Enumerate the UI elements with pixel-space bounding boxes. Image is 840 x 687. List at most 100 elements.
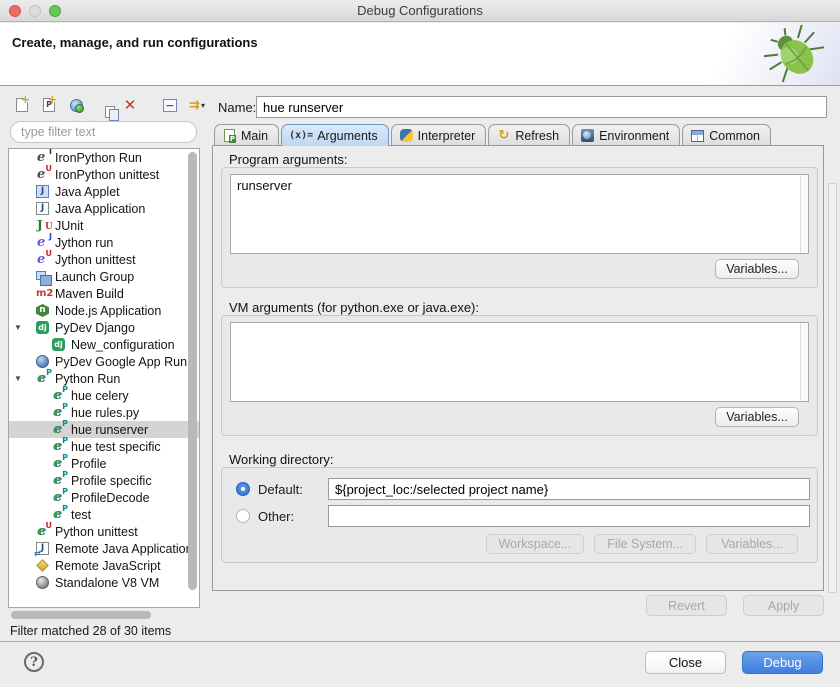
pydev-django-icon: dj — [51, 337, 68, 352]
refresh-tab-icon: ↻ — [496, 129, 511, 143]
tree-item-pydev-google-app-run[interactable]: PyDev Google App Run — [9, 353, 199, 370]
tree-item-label: hue runserver — [71, 423, 148, 437]
pydev-django-icon: dj — [35, 320, 52, 335]
program-arguments-textarea[interactable]: runserver — [230, 174, 809, 254]
python-run-icon: eP — [51, 439, 68, 454]
tree-item-label: Profile — [71, 457, 106, 471]
other-directory-input[interactable] — [328, 505, 810, 527]
delete-icon: ✕ — [124, 98, 137, 113]
tree-item-profile[interactable]: ePProfile — [9, 455, 199, 472]
default-radio[interactable] — [236, 482, 250, 496]
tab-arguments[interactable]: (x)=Arguments — [281, 124, 389, 146]
revert-button[interactable]: Revert — [646, 595, 727, 616]
tree-item-label: Jython unittest — [55, 253, 136, 267]
dialog-banner: Create, manage, and run configurations — [0, 23, 840, 86]
tab-refresh[interactable]: ↻ Refresh — [488, 124, 570, 146]
close-button[interactable]: Close — [645, 651, 726, 674]
maven-build-icon: m2 — [35, 286, 52, 301]
help-button[interactable]: ? — [24, 652, 44, 672]
delete-launch-configuration-button[interactable]: ✕ — [120, 96, 140, 115]
debug-button[interactable]: Debug — [742, 651, 823, 674]
tree-item-java-applet[interactable]: JJava Applet — [9, 183, 199, 200]
common-tab-icon — [690, 129, 705, 143]
filter-launch-configurations-button[interactable]: ⇉▾ — [187, 96, 207, 115]
tree-item-label: hue celery — [71, 389, 129, 403]
file-system-button[interactable]: File System... — [594, 534, 696, 554]
tree-item-new-configuration[interactable]: djNew_configuration — [9, 336, 199, 353]
standalone-v8-vm-icon — [35, 575, 52, 590]
default-directory-input[interactable] — [328, 478, 810, 500]
tree-item-label: Remote JavaScript — [55, 559, 161, 573]
tab-main[interactable]: Main — [214, 124, 279, 146]
tab-label: Refresh — [515, 129, 559, 143]
tree-item-hue-rules-py[interactable]: ePhue rules.py — [9, 404, 199, 421]
collapse-all-button[interactable]: − — [160, 96, 180, 115]
tree-item-pydev-django[interactable]: ▼djPyDev Django — [9, 319, 199, 336]
tab-label: Common — [709, 129, 760, 143]
tree-item-hue-runserver[interactable]: ePhue runserver — [9, 421, 199, 438]
tree-item-python-unittest[interactable]: eUPython unittest — [9, 523, 199, 540]
tree-item-remote-java-application[interactable]: J⇄Remote Java Application — [9, 540, 199, 557]
tree-item-label: ProfileDecode — [71, 491, 150, 505]
pydev-google-app-icon — [35, 354, 52, 369]
tree-item-hue-test-specific[interactable]: ePhue test specific — [9, 438, 199, 455]
launch-group-icon — [35, 269, 52, 284]
remote-java-application-icon: J⇄ — [35, 541, 52, 556]
tab-interpreter[interactable]: Interpreter — [391, 124, 487, 146]
panel-scrollbar[interactable] — [828, 183, 837, 593]
new-prototype-button[interactable]: P+ — [39, 96, 59, 115]
tree-item-python-run[interactable]: ▼ePPython Run — [9, 370, 199, 387]
java-applet-icon: J — [35, 184, 52, 199]
configurations-tree: eIIronPython RuneUIronPython unittestJJa… — [8, 148, 200, 608]
tree-item-profiledecode[interactable]: ePProfileDecode — [9, 489, 199, 506]
tree-item-jython-unittest[interactable]: eUJython unittest — [9, 251, 199, 268]
duplicate-launch-configuration-button[interactable] — [93, 96, 113, 115]
expand-caret-icon[interactable]: ▼ — [14, 323, 22, 332]
tree-item-remote-javascript[interactable]: Remote JavaScript — [9, 557, 199, 574]
default-radio-label: Default: — [258, 482, 303, 497]
tree-horizontal-scrollbar[interactable] — [8, 610, 200, 620]
tree-item-ironpython-run[interactable]: eIIronPython Run — [9, 149, 199, 166]
other-radio[interactable] — [236, 509, 250, 523]
tree-item-standalone-v8-vm[interactable]: Standalone V8 VM — [9, 574, 199, 591]
other-radio-label: Other: — [258, 509, 294, 524]
tab-common[interactable]: Common — [682, 124, 771, 146]
program-arguments-label: Program arguments: — [229, 152, 348, 167]
tree-item-java-application[interactable]: JJava Application — [9, 200, 199, 217]
textarea-scrollbar[interactable] — [800, 323, 808, 401]
python-run-icon: eP — [35, 371, 52, 386]
tree-item-label: hue rules.py — [71, 406, 139, 420]
tree-item-profile-specific[interactable]: ePProfile specific — [9, 472, 199, 489]
filter-menu-icon: ⇉▾ — [189, 99, 205, 112]
tree-item-label: test — [71, 508, 91, 522]
tree-item-maven-build[interactable]: m2Maven Build — [9, 285, 199, 302]
remote-javascript-icon — [35, 558, 52, 573]
vm-arguments-variables-button[interactable]: Variables... — [715, 407, 799, 427]
configuration-name-input[interactable] — [256, 96, 827, 118]
tree-item-launch-group[interactable]: Launch Group — [9, 268, 199, 285]
tree-item-ironpython-unittest[interactable]: eUIronPython unittest — [9, 166, 199, 183]
tree-item-hue-celery[interactable]: ePhue celery — [9, 387, 199, 404]
expand-caret-icon[interactable]: ▼ — [14, 374, 22, 383]
tree-vertical-scrollbar[interactable] — [188, 152, 197, 604]
apply-button[interactable]: Apply — [743, 595, 824, 616]
export-launch-configurations-button[interactable] — [66, 96, 86, 115]
python-run-icon: eP — [51, 456, 68, 471]
program-arguments-variables-button[interactable]: Variables... — [715, 259, 799, 279]
tree-item-test[interactable]: ePtest — [9, 506, 199, 523]
variables-button[interactable]: Variables... — [706, 534, 798, 554]
title-bar: Debug Configurations — [0, 0, 840, 22]
tab-environment[interactable]: Environment — [572, 124, 680, 146]
tree-item-label: New_configuration — [71, 338, 175, 352]
vm-arguments-textarea[interactable] — [230, 322, 809, 402]
filter-input[interactable] — [10, 121, 197, 143]
workspace-button[interactable]: Workspace... — [486, 534, 585, 554]
tree-item-node-js-application[interactable]: nNode.js Application — [9, 302, 199, 319]
new-launch-configuration-button[interactable]: + — [12, 96, 32, 115]
tree-item-jython-run[interactable]: eJJython run — [9, 234, 199, 251]
tree-item-junit[interactable]: JUJUnit — [9, 217, 199, 234]
arguments-tab-icon: (x)= — [289, 129, 313, 143]
configuration-tabs: Main(x)=ArgumentsInterpreter ↻ Refresh Envi… — [214, 123, 773, 146]
textarea-scrollbar[interactable] — [800, 175, 808, 253]
python-run-icon: eP — [51, 388, 68, 403]
